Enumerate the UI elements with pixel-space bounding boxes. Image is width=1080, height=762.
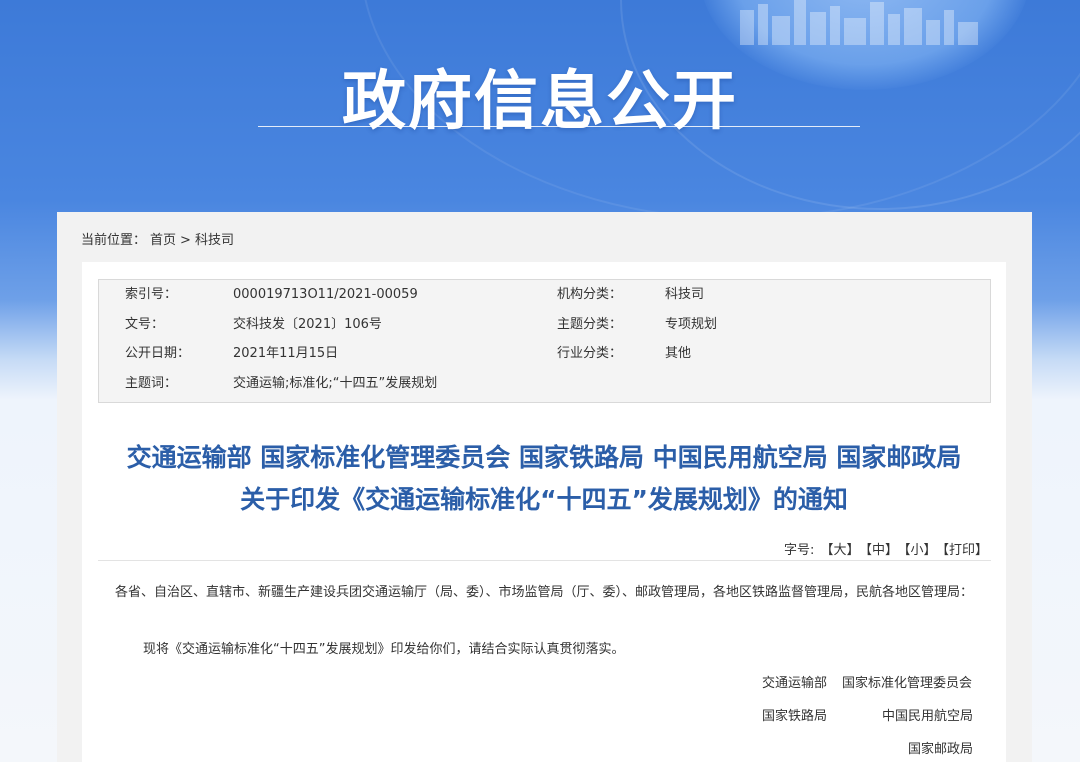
meta-key: 行业分类： [557,346,623,361]
meta-value: 000019713O11/2021-00059 [233,287,418,302]
article-title-line2: 关于印发《交通运输标准化“十四五”发展规划》的通知 [240,485,848,514]
meta-key: 索引号： [125,287,178,302]
signatory: 中国民用航空局 [882,709,974,724]
banner-underline [258,126,860,127]
content-panel: 当前位置： 首页 > 科技司 索引号： 000019713O11/2021-00059… [57,212,1032,762]
meta-row: 主题词： 交通运输;标准化;“十四五”发展规划 [99,369,990,399]
city-skyline-image [740,0,978,45]
print-button[interactable]: 【打印】 [942,543,988,558]
meta-row: 文号： 交科技发〔2021〕106号 主题分类： 专项规划 [99,310,990,340]
breadcrumb-label: 当前位置： [81,233,147,248]
meta-value: 专项规划 [665,317,718,332]
meta-value: 其他 [665,346,692,361]
meta-row: 索引号： 000019713O11/2021-00059 机构分类： 科技司 [99,280,990,310]
signatory: 国家邮政局 [908,742,974,757]
signatory: 交通运输部 [762,676,828,691]
article-title-line1: 交通运输部 国家标准化管理委员会 国家铁路局 中国民用航空局 国家邮政局 [126,443,962,472]
meta-key: 文号： [125,317,165,332]
header-banner: 政府信息公开 [0,0,1080,215]
breadcrumb-home-link[interactable]: 首页 [150,233,176,248]
meta-key: 机构分类： [557,287,623,302]
font-medium-button[interactable]: 【中】 [865,543,898,558]
recipients-paragraph: 各省、自治区、直辖市、新疆生产建设兵团交通运输厅（局、委）、市场监管局（厅、委）… [115,585,974,600]
page-banner-title: 政府信息公开 [342,65,738,139]
font-large-button[interactable]: 【大】 [820,543,859,558]
breadcrumb-separator: > [180,233,191,248]
meta-row: 公开日期： 2021年11月15日 行业分类： 其他 [99,339,990,369]
meta-value: 科技司 [665,287,705,302]
meta-key: 公开日期： [125,346,191,361]
body-paragraph: 现将《交通运输标准化“十四五”发展规划》印发给你们，请结合实际认真贯彻落实。 [143,642,625,657]
signatory: 国家铁路局 [762,709,828,724]
meta-value: 交科技发〔2021〕106号 [233,317,382,332]
font-size-toolbar: 字号: 【大】 【中】 【小】 【打印】 [778,539,988,558]
document-metadata-table: 索引号： 000019713O11/2021-00059 机构分类： 科技司 文… [98,279,991,403]
breadcrumb: 当前位置： 首页 > 科技司 [81,229,238,248]
divider [98,560,991,561]
breadcrumb-current-link[interactable]: 科技司 [195,233,234,248]
signatory: 国家标准化管理委员会 [842,676,973,691]
font-small-button[interactable]: 【小】 [904,543,937,558]
article: 索引号： 000019713O11/2021-00059 机构分类： 科技司 文… [82,262,1006,762]
meta-key: 主题词： [125,376,178,391]
meta-value: 交通运输;标准化;“十四五”发展规划 [233,376,438,391]
meta-key: 主题分类： [557,317,623,332]
font-size-label: 字号: [784,543,815,558]
meta-value: 2021年11月15日 [233,346,339,361]
